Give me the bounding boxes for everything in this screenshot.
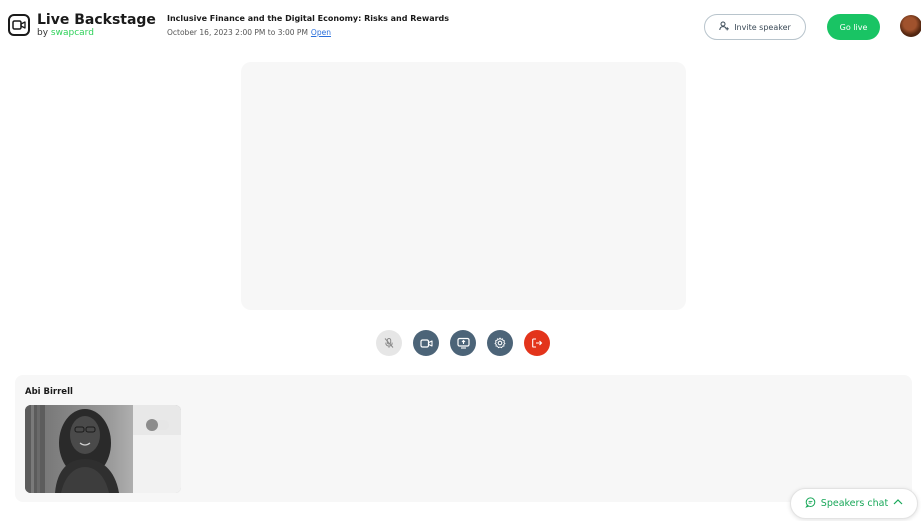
go-live-button[interactable]: Go live (827, 14, 880, 40)
chat-bubble-icon (805, 496, 816, 511)
app-subtitle-by: by (37, 28, 49, 38)
camera-icon (419, 334, 433, 353)
event-time-range: October 16, 2023 2:00 PM to 3:00 PM (167, 28, 308, 37)
invite-speaker-label: Invite speaker (734, 22, 791, 32)
speakers-panel: Abi Birrell (15, 375, 912, 502)
video-toggle-switch[interactable] (146, 419, 169, 431)
event-time: October 16, 2023 2:00 PM to 3:00 PM Open (167, 28, 331, 37)
share-screen-button[interactable] (450, 330, 476, 356)
screen-share-icon (456, 334, 470, 353)
chevron-up-icon (893, 498, 903, 509)
event-title: Inclusive Finance and the Digital Econom… (167, 14, 450, 23)
app-subtitle: by swapcard (37, 28, 94, 38)
settings-button[interactable] (487, 330, 513, 356)
add-user-icon (719, 21, 729, 33)
app-title: Live Backstage (37, 12, 156, 28)
camera-button[interactable] (413, 330, 439, 356)
exit-icon (531, 334, 543, 353)
camera-logo-icon (8, 14, 30, 36)
speaker-video-tile[interactable] (25, 405, 181, 493)
user-avatar[interactable] (900, 15, 921, 37)
speaker-video-feed (25, 405, 181, 493)
top-bar: Live Backstage by swapcard Inclusive Fin… (0, 0, 921, 52)
speaker-name: Abi Birrell (25, 387, 73, 397)
brand-name: swapcard (50, 28, 94, 38)
mute-microphone-button[interactable] (376, 330, 402, 356)
open-link[interactable]: Open (311, 28, 331, 37)
leave-button[interactable] (524, 330, 550, 356)
media-controls (376, 330, 550, 356)
main-stage (241, 62, 686, 310)
mic-off-icon (383, 334, 395, 353)
speakers-chat-label: Speakers chat (820, 498, 889, 509)
toggle-knob (146, 419, 158, 431)
invite-speaker-button[interactable]: Invite speaker (704, 14, 806, 40)
speakers-chat-button[interactable]: Speakers chat (790, 488, 918, 519)
gear-icon (494, 334, 506, 353)
